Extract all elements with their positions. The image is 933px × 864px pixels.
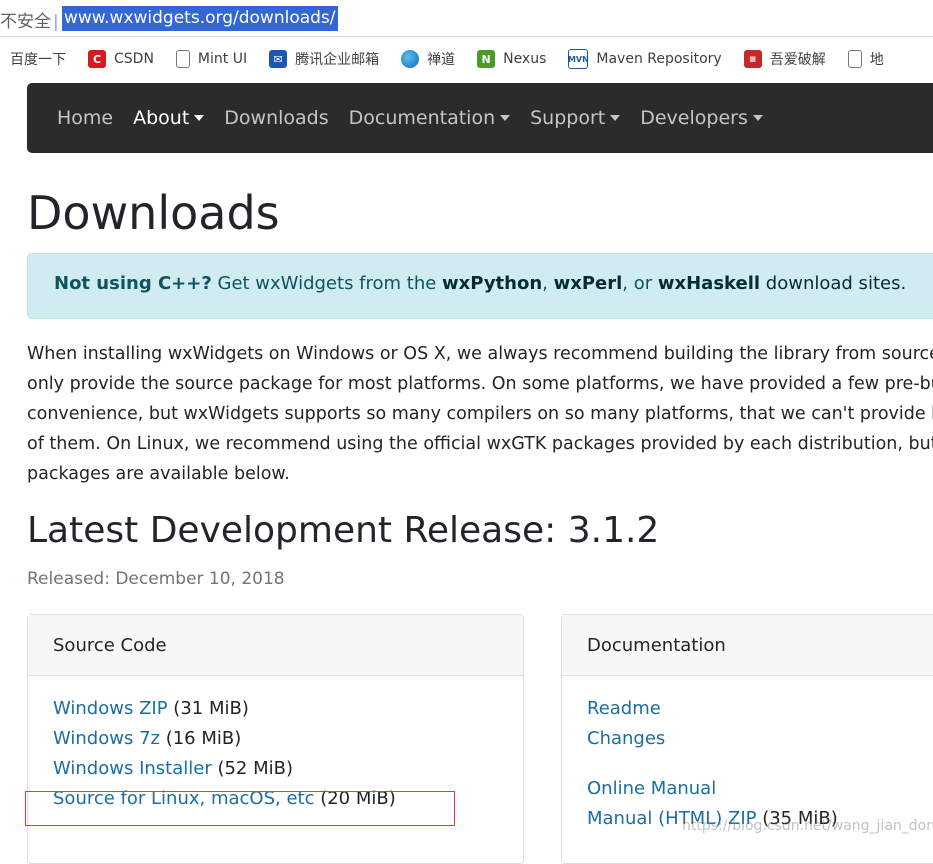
download-row: Windows 7z (16 MiB): [53, 728, 242, 749]
bookmark-label: Mint UI: [197, 51, 248, 67]
address-bar[interactable]: 不安全 | www.wxwidgets.org/downloads/: [0, 0, 933, 37]
nav-downloads[interactable]: Downloads: [214, 107, 338, 129]
source-code-card: Source Code Windows ZIP (31 MiB) Windows…: [27, 614, 524, 864]
link-wxhaskell[interactable]: wxHaskell: [658, 273, 760, 294]
bookmarks-bar: 百度一下 C CSDN Mint UI ✉ 腾讯企业邮箱 禅道 N Nexus …: [0, 37, 933, 81]
bookmark-label: 禅道: [427, 52, 456, 68]
bookmark-label: 吾爱破解: [769, 52, 826, 68]
caret-down-icon: [500, 115, 511, 121]
bookmark-baidu[interactable]: 百度一下: [10, 45, 66, 73]
intro-paragraph: When installing wxWidgets on Windows or …: [27, 344, 933, 484]
card-header: Source Code: [28, 615, 523, 676]
download-row: Windows Installer (52 MiB): [53, 758, 294, 779]
bookmark-label: Maven Repository: [596, 51, 722, 67]
bookmark-label: CSDN: [114, 51, 154, 67]
highlight-box: [25, 791, 455, 826]
bookmark-nexus[interactable]: N Nexus: [477, 45, 546, 73]
page-title: Downloads: [27, 186, 280, 240]
site-navbar: Home About Downloads Documentation Suppo…: [27, 83, 933, 153]
link-wxperl[interactable]: wxPerl: [554, 273, 623, 294]
watermark: https://blog.csdn.net/wang_jian_dong: [682, 818, 933, 834]
caret-down-icon: [610, 115, 621, 121]
link-download-sites[interactable]: download sites.: [760, 273, 906, 294]
doc-row: Readme: [587, 694, 933, 724]
bookmark-mint-ui[interactable]: Mint UI: [175, 45, 248, 73]
info-alert: Not using C++? Get wxWidgets from the wx…: [27, 253, 933, 319]
link-windows-7z[interactable]: Windows 7z: [53, 728, 160, 749]
bookmark-tencent-mail[interactable]: ✉ 腾讯企业邮箱: [269, 45, 379, 73]
globe-icon: [401, 50, 420, 68]
alert-lead: Not using C++?: [54, 273, 212, 294]
bookmark-map[interactable]: 地: [847, 45, 884, 73]
nav-about[interactable]: About: [123, 107, 214, 129]
link-wxpython[interactable]: wxPython: [442, 273, 542, 294]
bookmark-zentao[interactable]: 禅道: [401, 45, 455, 73]
bookmark-label: 腾讯企业邮箱: [295, 52, 380, 68]
mvn-icon: MVN: [568, 49, 589, 69]
download-row: Windows ZIP (31 MiB): [53, 698, 249, 719]
bookmark-label: Nexus: [503, 51, 547, 67]
bookmark-label: 地: [869, 52, 884, 68]
card-body: Readme Changes Online Manual Manual (HTM…: [562, 676, 933, 834]
link-online-manual[interactable]: Online Manual: [587, 778, 716, 799]
link-windows-installer[interactable]: Windows Installer: [53, 758, 212, 779]
link-changes[interactable]: Changes: [587, 728, 665, 749]
bookmark-csdn[interactable]: C CSDN: [88, 45, 154, 73]
caret-down-icon: [752, 115, 763, 121]
link-windows-zip[interactable]: Windows ZIP: [53, 698, 168, 719]
document-icon: [847, 50, 862, 68]
bookmark-label: 百度一下: [10, 52, 66, 68]
caret-down-icon: [194, 115, 205, 121]
doc-row: Changes: [587, 724, 933, 754]
csdn-icon: C: [88, 50, 106, 68]
link-readme[interactable]: Readme: [587, 698, 661, 719]
nav-support[interactable]: Support: [520, 107, 630, 129]
card-header: Documentation: [562, 615, 933, 676]
nav-documentation[interactable]: Documentation: [339, 107, 520, 129]
release-date: Released: December 10, 2018: [27, 569, 285, 589]
52pojie-icon: ▦: [743, 50, 762, 68]
url-text[interactable]: www.wxwidgets.org/downloads/: [62, 6, 338, 31]
nexus-icon: N: [477, 50, 496, 68]
doc-row: Online Manual: [587, 774, 933, 804]
tencent-mail-icon: ✉: [269, 50, 288, 68]
bookmark-52pojie[interactable]: ▦ 吾爱破解: [743, 45, 826, 73]
release-title: Latest Development Release: 3.1.2: [27, 510, 660, 551]
document-icon: [175, 50, 190, 68]
security-indicator[interactable]: 不安全 |: [0, 7, 59, 32]
bookmark-maven[interactable]: MVN Maven Repository: [568, 45, 722, 73]
nav-developers[interactable]: Developers: [630, 107, 773, 129]
nav-home[interactable]: Home: [47, 107, 123, 129]
